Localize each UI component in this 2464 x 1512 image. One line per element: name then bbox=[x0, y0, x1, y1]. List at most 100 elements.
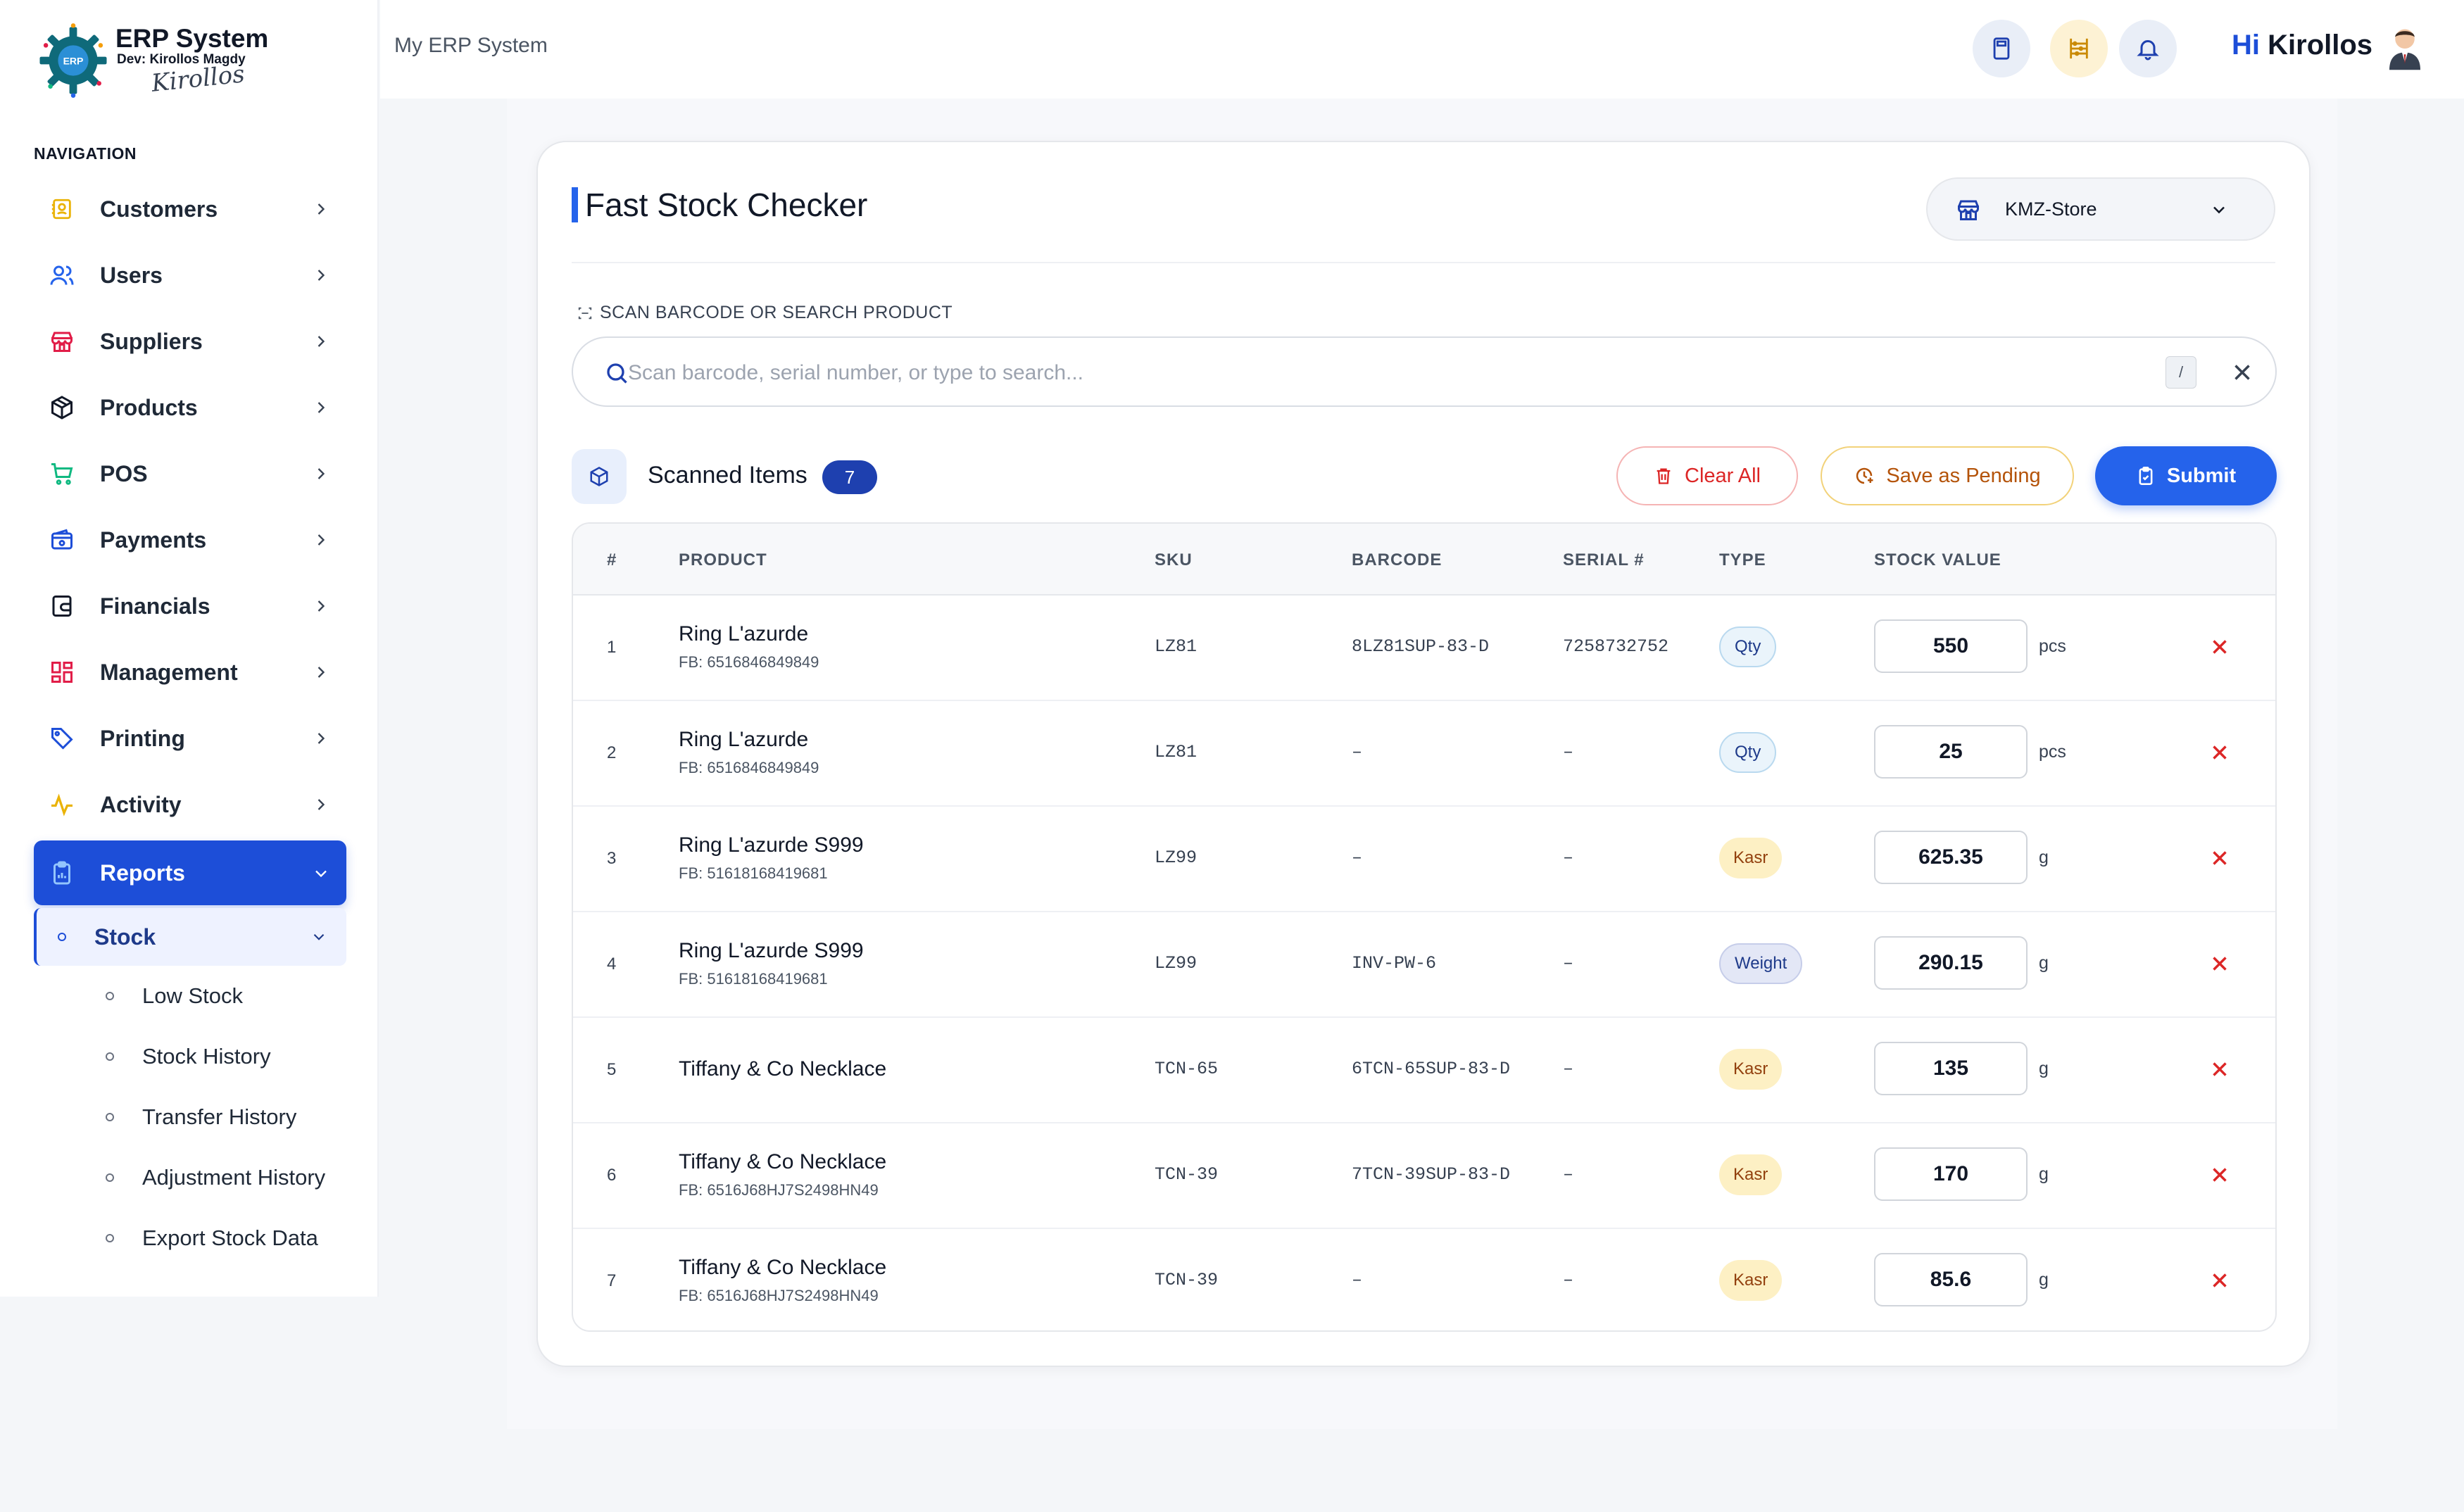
clipboard-icon bbox=[48, 859, 76, 887]
scanned-items-table: # PRODUCT SKU BARCODE SERIAL # TYPE STOC… bbox=[572, 522, 2277, 1332]
sidebar-item-label: Suppliers bbox=[100, 328, 203, 354]
row-number: 3 bbox=[607, 849, 617, 868]
chevron-right-icon bbox=[318, 667, 325, 678]
product-name: Ring L'azurde bbox=[679, 622, 809, 645]
serial-cell: – bbox=[1563, 1164, 1574, 1185]
table-row: 6 Tiffany & Co Necklace FB: 6516J68HJ7S2… bbox=[573, 1123, 2275, 1229]
serial-cell: – bbox=[1563, 953, 1574, 974]
serial-cell: – bbox=[1563, 742, 1574, 762]
sidebar-item-customers[interactable]: Customers bbox=[34, 176, 346, 242]
sidebar-subitem-label: Stock History bbox=[142, 1044, 271, 1069]
clock-save-icon bbox=[1856, 467, 1873, 484]
divider bbox=[572, 262, 2275, 263]
remove-row-icon[interactable] bbox=[2208, 846, 2232, 870]
remove-row-icon[interactable] bbox=[2208, 741, 2232, 764]
barcode-cell: – bbox=[1352, 848, 1363, 868]
chevron-right-icon bbox=[318, 336, 325, 347]
tag-icon bbox=[48, 724, 76, 752]
sidebar-item-financials[interactable]: Financials bbox=[34, 573, 346, 639]
unit-label: pcs bbox=[2039, 636, 2066, 656]
unit-label: g bbox=[2039, 953, 2049, 973]
sidebar-subitem-stock-history[interactable]: Stock History bbox=[34, 1026, 346, 1087]
sidebar-item-management[interactable]: Management bbox=[34, 639, 346, 705]
table-row: 4 Ring L'azurde S999 FB: 51618168419681 … bbox=[573, 912, 2275, 1018]
chevron-down-icon bbox=[2213, 206, 2225, 214]
product-fb-code: FB: 6516846849849 bbox=[679, 653, 819, 671]
abacus-button[interactable] bbox=[2050, 20, 2108, 77]
sku-cell: LZ81 bbox=[1155, 636, 1198, 657]
sidebar-subitem-adjustment-history[interactable]: Adjustment History bbox=[34, 1147, 346, 1208]
notifications-button[interactable] bbox=[2119, 20, 2177, 77]
col-header-sku: SKU bbox=[1155, 550, 1193, 569]
sidebar-subitem-transfer-history[interactable]: Transfer History bbox=[34, 1087, 346, 1147]
brand[interactable]: ERP ERP System Dev: Kirollos Magdy Kirol… bbox=[35, 21, 345, 99]
stock-value-input[interactable] bbox=[1874, 1147, 2028, 1201]
chevron-right-icon bbox=[318, 270, 325, 281]
serial-cell: – bbox=[1563, 848, 1574, 868]
table-row: 3 Ring L'azurde S999 FB: 51618168419681 … bbox=[573, 807, 2275, 912]
save-pending-label: Save as Pending bbox=[1886, 464, 2041, 487]
sidebar-item-products[interactable]: Products bbox=[34, 374, 346, 441]
stock-value-input[interactable] bbox=[1874, 1253, 2028, 1306]
search-input[interactable] bbox=[628, 353, 2106, 393]
cart-icon bbox=[48, 460, 76, 488]
calculator-button[interactable] bbox=[1973, 20, 2030, 77]
sidebar-subitem-stock[interactable]: Stock bbox=[34, 908, 346, 966]
remove-row-icon[interactable] bbox=[2208, 635, 2232, 659]
greeting-hi: Hi bbox=[2232, 30, 2260, 61]
search-box: / bbox=[572, 336, 2277, 407]
store-select[interactable]: KMZ-Store bbox=[1926, 177, 2275, 241]
sidebar-subitem-export-stock-data[interactable]: Export Stock Data bbox=[34, 1208, 346, 1268]
chevron-right-icon bbox=[318, 733, 325, 744]
stock-value-input[interactable] bbox=[1874, 725, 2028, 779]
scanned-items-count: 7 bbox=[822, 460, 877, 494]
sidebar-item-reports[interactable]: Reports bbox=[34, 840, 346, 905]
sku-cell: LZ99 bbox=[1155, 953, 1198, 974]
stock-value-input[interactable] bbox=[1874, 619, 2028, 673]
product-fb-code: FB: 6516J68HJ7S2498HN49 bbox=[679, 1181, 879, 1199]
clear-all-button[interactable]: Clear All bbox=[1616, 446, 1798, 505]
sku-cell: TCN-39 bbox=[1155, 1270, 1219, 1290]
remove-row-icon[interactable] bbox=[2208, 1057, 2232, 1081]
barcode-cell: INV-PW-6 bbox=[1352, 953, 1437, 974]
remove-row-icon[interactable] bbox=[2208, 1163, 2232, 1187]
col-header-stock-value: STOCK VALUE bbox=[1874, 550, 2001, 569]
submit-button[interactable]: Submit bbox=[2095, 446, 2277, 505]
remove-row-icon[interactable] bbox=[2208, 952, 2232, 976]
logo-text: ERP bbox=[63, 55, 84, 66]
unit-label: g bbox=[2039, 1164, 2049, 1184]
stock-value-input[interactable] bbox=[1874, 936, 2028, 990]
product-name: Ring L'azurde S999 bbox=[679, 939, 864, 962]
trash-icon bbox=[1657, 468, 1671, 484]
clear-search-icon[interactable] bbox=[2229, 359, 2256, 386]
scan-icon bbox=[578, 307, 592, 319]
sidebar-subitem-label: Adjustment History bbox=[142, 1165, 326, 1190]
avatar[interactable] bbox=[2385, 25, 2425, 72]
breadcrumb: My ERP System bbox=[394, 34, 548, 57]
col-header-product: PRODUCT bbox=[679, 550, 767, 569]
sidebar-item-suppliers[interactable]: Suppliers bbox=[34, 308, 346, 374]
remove-row-icon[interactable] bbox=[2208, 1268, 2232, 1292]
pulse-icon bbox=[48, 790, 76, 819]
clear-all-label: Clear All bbox=[1685, 464, 1761, 487]
sidebar-item-pos[interactable]: POS bbox=[34, 441, 346, 507]
chevron-right-icon bbox=[318, 468, 325, 479]
stock-value-input[interactable] bbox=[1874, 831, 2028, 884]
sidebar-item-users[interactable]: Users bbox=[34, 242, 346, 308]
sidebar-item-payments[interactable]: Payments bbox=[34, 507, 346, 573]
unit-label: g bbox=[2039, 1270, 2049, 1290]
barcode-cell: 8LZ81SUP-83-D bbox=[1352, 636, 1490, 657]
sidebar-item-printing[interactable]: Printing bbox=[34, 705, 346, 771]
sidebar-subitem-low-stock[interactable]: Low Stock bbox=[34, 966, 346, 1026]
row-number: 4 bbox=[607, 955, 617, 974]
user-greeting[interactable]: Hi Kirollos bbox=[2232, 30, 2372, 61]
sku-cell: LZ81 bbox=[1155, 742, 1198, 762]
row-number: 7 bbox=[607, 1271, 617, 1290]
save-pending-button[interactable]: Save as Pending bbox=[1821, 446, 2074, 505]
bell-icon bbox=[2137, 40, 2159, 61]
table-header: # PRODUCT SKU BARCODE SERIAL # TYPE STOC… bbox=[573, 524, 2275, 596]
sidebar-item-activity[interactable]: Activity bbox=[34, 771, 346, 838]
chevron-right-icon bbox=[318, 534, 325, 546]
type-badge: Kasr bbox=[1719, 1154, 1783, 1195]
stock-value-input[interactable] bbox=[1874, 1042, 2028, 1095]
